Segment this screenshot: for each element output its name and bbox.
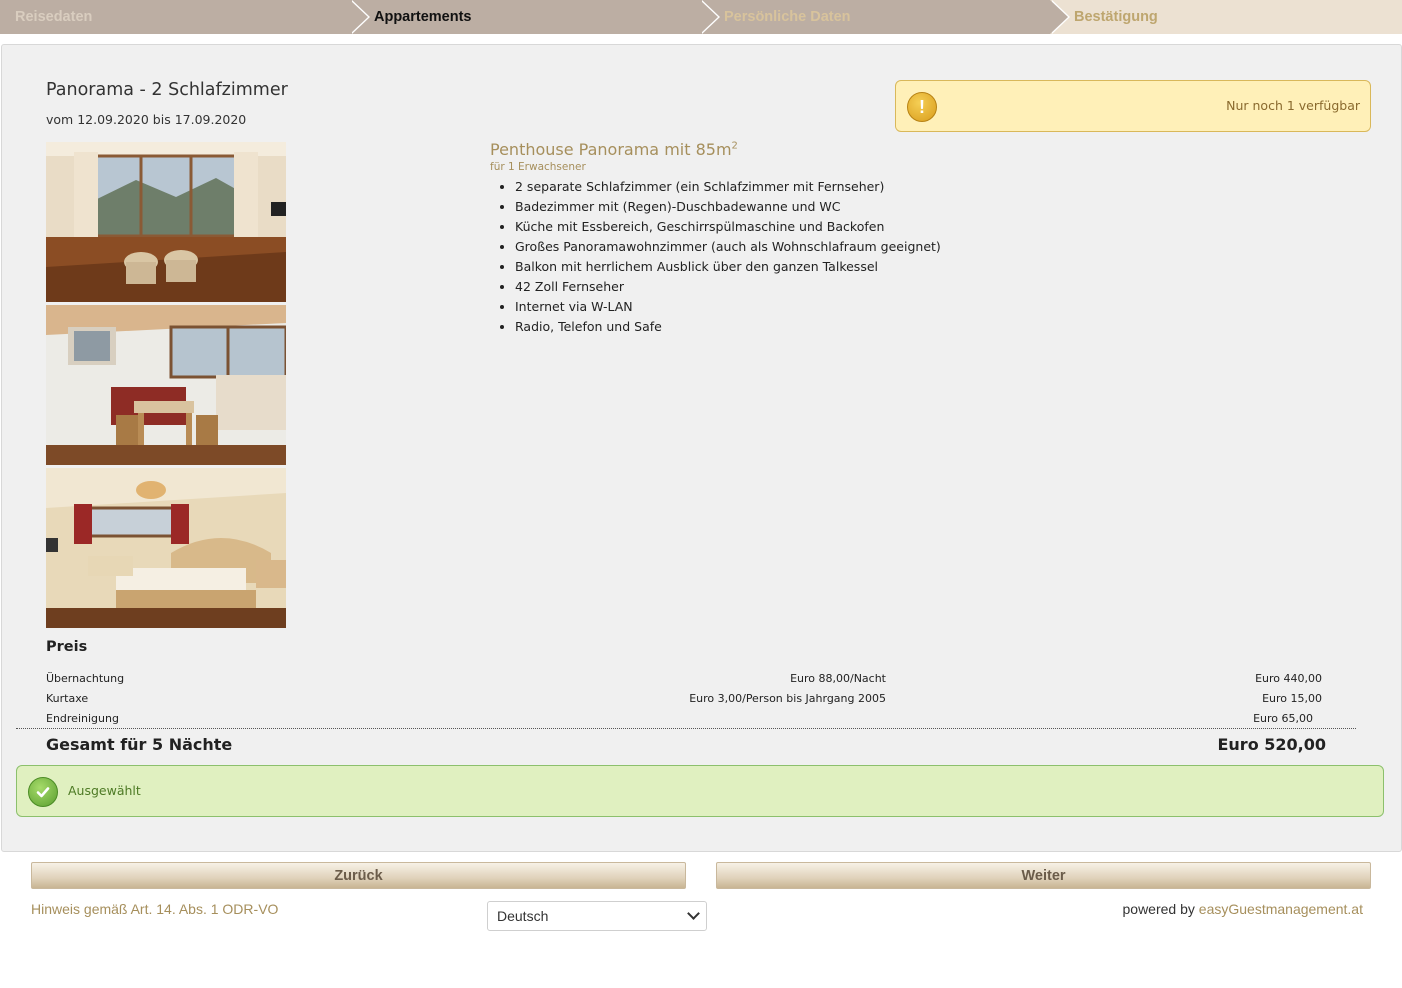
list-item: 2 separate Schlafzimmer (ein Schlafzimme… (515, 177, 1050, 197)
next-button[interactable]: Weiter (716, 862, 1371, 889)
price-row: Endreinigung Euro 65,00 (46, 712, 1322, 732)
step-appartements[interactable]: Appartements (350, 0, 720, 34)
price-item-sum: Euro 440,00 (1255, 672, 1322, 685)
dates-prefix: vom (46, 112, 74, 127)
date-to: 17.09.2020 (174, 112, 247, 127)
powered-by: powered by easyGuestmanagement.at (1123, 901, 1364, 917)
price-item-name: Übernachtung (46, 672, 125, 685)
step-label: Bestätigung (1074, 9, 1158, 25)
list-item: Großes Panoramawohnzimmer (auch als Wohn… (515, 237, 1050, 257)
odr-notice-link[interactable]: Hinweis gemäß Art. 14. Abs. 1 ODR-VO (31, 901, 278, 917)
warning-icon: ! (907, 92, 937, 122)
list-item: 42 Zoll Fernseher (515, 277, 1050, 297)
list-item: Radio, Telefon und Safe (515, 317, 1050, 337)
feature-list: 2 separate Schlafzimmer (ein Schlafzimme… (515, 177, 1050, 337)
list-item: Badezimmer mit (Regen)-Duschbadewanne un… (515, 197, 1050, 217)
step-label: Appartements (374, 9, 472, 25)
selected-text: Ausgewählt (68, 783, 141, 798)
price-item-sum: Euro 65,00 (1253, 712, 1313, 725)
room-title: Panorama - 2 Schlafzimmer (46, 80, 288, 100)
dates-mid: bis (152, 112, 171, 127)
selected-notice[interactable]: Ausgewählt (16, 765, 1384, 817)
price-item-unit: Euro 3,00/Person bis Jahrgang 2005 (689, 692, 886, 705)
total-amount: Euro 520,00 (1217, 735, 1326, 754)
price-item-name: Endreinigung (46, 712, 119, 725)
price-row: Kurtaxe Euro 3,00/Person bis Jahrgang 20… (46, 692, 1322, 712)
step-bestaetigung: Bestätigung (1050, 0, 1402, 34)
list-item: Internet via W-LAN (515, 297, 1050, 317)
room-photo-bedroom[interactable] (46, 468, 286, 628)
progress-steps: Reisedaten Appartements Persönliche Date… (0, 0, 1402, 34)
powered-link[interactable]: easyGuestmanagement.at (1199, 901, 1363, 917)
language-selected: Deutsch (497, 908, 549, 924)
list-item: Küche mit Essbereich, Geschirrspülmaschi… (515, 217, 1050, 237)
price-row: Übernachtung Euro 88,00/Nacht Euro 440,0… (46, 672, 1322, 692)
price-item-name: Kurtaxe (46, 692, 89, 705)
description-subtitle: für 1 Erwachsener (490, 161, 586, 173)
price-heading: Preis (46, 639, 88, 655)
room-panel: Panorama - 2 Schlafzimmer vom 12.09.2020… (1, 44, 1402, 852)
date-from: 12.09.2020 (77, 112, 149, 127)
back-button[interactable]: Zurück (31, 862, 686, 889)
availability-text: Nur noch 1 verfügbar (1226, 98, 1360, 113)
price-item-unit: Euro 88,00/Nacht (790, 672, 886, 685)
step-persoenliche-daten: Persönliche Daten (700, 0, 1070, 34)
chevron-down-icon (687, 907, 700, 920)
step-reisedaten[interactable]: Reisedaten (0, 0, 370, 34)
price-item-sum: Euro 15,00 (1262, 692, 1322, 705)
room-photo-living[interactable] (46, 142, 286, 302)
price-divider (16, 728, 1356, 729)
check-circle-icon (28, 777, 58, 807)
step-label: Persönliche Daten (724, 9, 851, 25)
availability-notice: ! Nur noch 1 verfügbar (895, 80, 1371, 132)
room-description: Penthouse Panorama mit 85m2 für 1 Erwach… (490, 140, 1050, 337)
total-label: Gesamt für 5 Nächte (46, 735, 233, 754)
price-total: Gesamt für 5 Nächte Euro 520,00 (46, 735, 1326, 754)
list-item: Balkon mit herrlichem Ausblick über den … (515, 257, 1050, 277)
room-dates: vom 12.09.2020 bis 17.09.2020 (46, 112, 246, 127)
powered-prefix: powered by (1122, 901, 1195, 917)
language-select[interactable]: Deutsch (487, 901, 707, 931)
room-photo-dining[interactable] (46, 305, 286, 465)
step-label: Reisedaten (15, 9, 93, 25)
photo-gallery (46, 142, 286, 631)
description-title: Penthouse Panorama mit 85m2 (490, 140, 738, 159)
